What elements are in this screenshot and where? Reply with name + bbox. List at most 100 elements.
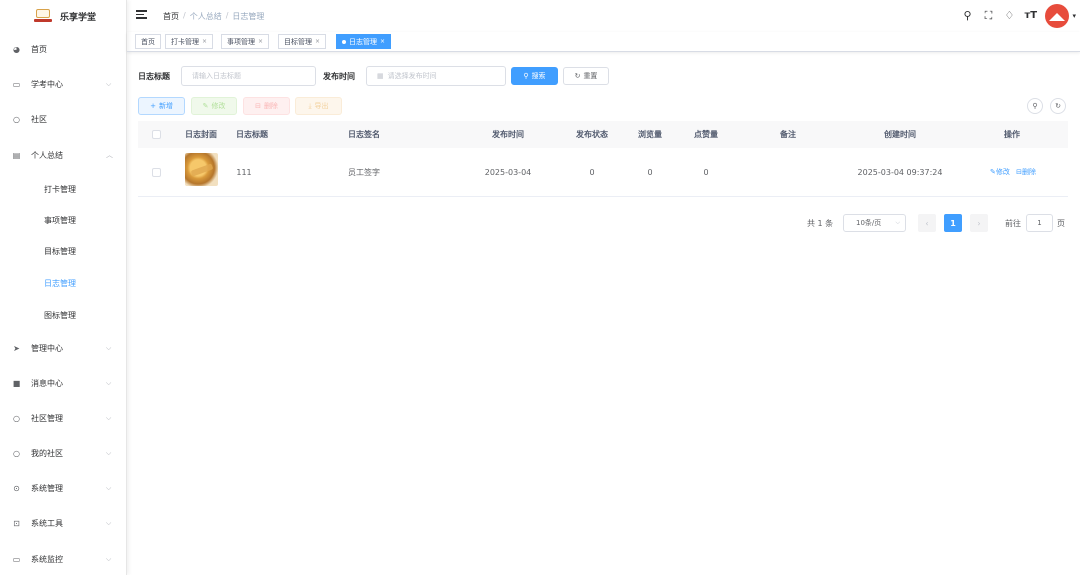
chevron-down-icon: ⌵ [106,483,112,492]
header-actions: ⚲ ⛶ ♢ тT ▾ [961,4,1076,28]
column-header: 日志签名 [348,130,380,139]
search-icon[interactable]: ⚲ [961,10,973,22]
sidebar-item-admin-center[interactable]: ➤ 管理中心 ⌵ [0,338,127,358]
download-icon: ⤓ [308,101,312,110]
column-header: 备注 [780,130,796,139]
title-input[interactable]: 请输入日志标题 [181,66,316,86]
logo-icon [34,9,52,23]
column-header: 浏览量 [638,130,662,139]
search-icon: ⚲ [523,72,529,80]
sidebar-sub-matters[interactable]: 事项管理 [0,210,127,230]
sidebar-item-community[interactable]: ○ 社区 [0,109,127,129]
toggle-search-button[interactable]: ⚲ [1027,98,1043,114]
fullscreen-icon[interactable]: ⛶ [982,10,994,22]
tag-matters[interactable]: 事项管理 × [221,34,270,49]
app-title: 乐享学堂 [60,12,97,23]
edit-button[interactable]: ✎ 修改 [191,97,237,115]
sidebar-sub-icons[interactable]: 图标管理 [0,305,127,325]
cell-publish-time: 2025-03-04 [484,168,532,177]
table-row[interactable]: 111 员工签字 2025-03-04 0 0 0 2025-03-04 09:… [138,148,1068,197]
tags-view: 首页 打卡管理 × 事项管理 × 目标管理 × 日志管理 × [127,32,1080,52]
reset-button[interactable]: ↻ 重置 [563,67,609,85]
tag-checkin[interactable]: 打卡管理 × [165,34,214,49]
close-icon[interactable]: × [202,38,207,45]
sidebar-item-system-tools[interactable]: ⊡ 系统工具 ⌵ [0,513,127,533]
trash-icon: ⊟ [255,102,261,110]
log-cover-image[interactable] [185,153,218,186]
sidebar: 乐享学堂 ◕ 首页 ▭ 学考中心 ⌵ ○ 社区 ▤ 个人总结 ︿ 打卡管理 事项… [0,0,127,575]
calendar-icon: ▦ [377,72,384,80]
cell-actions: ✎修改 ⊟删除 [983,148,1043,197]
chevron-down-icon: ⌵ [106,79,112,88]
circle-icon: ○ [13,448,20,458]
document-icon: ▤ [12,150,21,160]
column-header: 创建时间 [884,130,916,139]
delete-button[interactable]: ⊟ 删除 [243,97,290,115]
avatar[interactable] [1045,4,1070,28]
column-header: 日志封面 [185,130,217,139]
sidebar-item-my-community[interactable]: ○ 我的社区 ⌵ [0,443,127,463]
cell-status: 0 [589,168,595,177]
sidebar-item-personal-summary[interactable]: ▤ 个人总结 ︿ [0,145,127,165]
close-icon[interactable]: × [380,38,385,45]
publish-time-label: 发布时间 [323,72,355,81]
row-checkbox[interactable] [152,168,161,177]
title-label: 日志标题 [138,72,170,81]
goto-suffix: 页 [1057,219,1065,228]
plus-icon: + [150,102,156,110]
publish-time-picker[interactable]: ▦ 请选择发布时间 [366,66,506,86]
column-header: 发布状态 [576,130,608,139]
circle-icon: ○ [13,413,20,423]
sidebar-sub-goals[interactable]: 目标管理 [0,241,127,261]
chevron-down-icon: ⌵ [106,518,112,527]
tag-goals[interactable]: 目标管理 × [278,34,327,49]
goto-prefix: 前往 [1005,219,1021,228]
chevron-up-icon: ︿ [106,151,113,159]
sidebar-sub-logs[interactable]: 日志管理 [0,273,127,293]
next-page-button[interactable]: › [970,214,988,232]
page-size-select[interactable]: 10条/页 ⌵ [843,214,906,232]
pagination-total: 共 1 条 [807,219,834,228]
close-icon[interactable]: × [315,38,320,45]
goto-page-input[interactable]: 1 [1026,214,1053,232]
page-number-button[interactable]: 1 [944,214,962,232]
chevron-right-icon: › [977,218,981,228]
select-all-checkbox[interactable] [152,130,161,139]
row-edit-link[interactable]: ✎修改 [990,168,1010,176]
add-button[interactable]: + 新增 [138,97,185,115]
search-button[interactable]: ⚲ 搜索 [511,67,558,85]
cell-likes: 0 [703,168,709,177]
breadcrumb-home[interactable]: 首页 [163,11,179,22]
chevron-down-icon[interactable]: ▾ [1072,12,1076,20]
column-header: 操作 [1004,130,1020,139]
chevron-down-icon: ⌵ [106,343,112,352]
navbar: 首页 / 个人总结 / 日志管理 ⚲ ⛶ ♢ тT ▾ [127,0,1080,32]
column-header: 发布时间 [492,130,524,139]
chevron-left-icon: ‹ [925,218,929,228]
hamburger-icon[interactable] [136,10,147,20]
sidebar-item-community-admin[interactable]: ○ 社区管理 ⌵ [0,408,127,428]
sidebar-item-system-admin[interactable]: ⊙ 系统管理 ⌵ [0,478,127,498]
sidebar-item-study-center[interactable]: ▭ 学考中心 ⌵ [0,74,127,94]
refresh-button[interactable]: ↻ [1050,98,1066,114]
sidebar-item-home[interactable]: ◕ 首页 [0,39,127,59]
tag-home[interactable]: 首页 [135,34,161,49]
tool-icon: ⊡ [13,518,20,528]
sidebar-item-message-center[interactable]: ■ 消息中心 ⌵ [0,373,127,393]
close-icon[interactable]: × [258,38,263,45]
monitor-icon: ▭ [12,79,21,89]
monitor-icon: ▭ [12,554,21,564]
sidebar-item-system-monitor[interactable]: ▭ 系统监控 ⌵ [0,549,127,569]
export-button[interactable]: ⤓ 导出 [295,97,342,115]
prev-page-button[interactable]: ‹ [918,214,936,232]
refresh-icon: ↻ [574,72,581,80]
edit-icon: ✎ [202,102,209,110]
sidebar-sub-checkin[interactable]: 打卡管理 [0,179,127,199]
breadcrumb-log-management: 日志管理 [232,12,265,21]
chevron-down-icon: ⌵ [106,448,112,457]
row-delete-link[interactable]: ⊟删除 [1016,168,1036,176]
cell-remark [768,148,808,197]
tag-logs[interactable]: 日志管理 × [336,34,392,49]
bell-icon[interactable]: ♢ [1003,10,1015,22]
font-size-icon[interactable]: тT [1024,10,1037,22]
